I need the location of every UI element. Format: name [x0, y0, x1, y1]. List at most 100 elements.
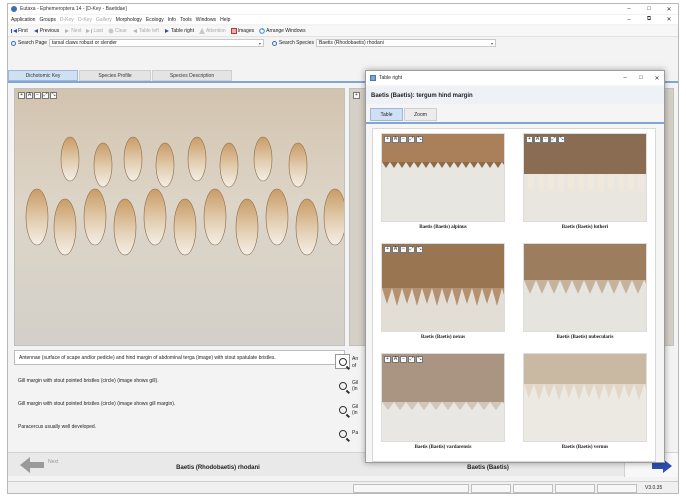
thumbnail-image: + A − ⤢ ⤡ — [523, 133, 647, 222]
key-couplet-4[interactable]: Paracercus usually well developed. — [14, 419, 345, 434]
arrange-windows-label: Arrange Windows — [266, 28, 306, 34]
next-button[interactable]: Next — [64, 28, 81, 34]
zoom-in-button[interactable]: + — [384, 356, 391, 363]
zoom-in-button[interactable]: + — [384, 246, 391, 253]
table-right-button[interactable]: Table right — [164, 28, 194, 34]
images-button[interactable]: Images — [230, 28, 254, 34]
zoom-reset-button[interactable]: ⤡ — [416, 136, 423, 143]
menu-tools[interactable]: Tools — [180, 17, 192, 23]
image-cell-vernus[interactable]: Baetis (Baetis) vernus — [519, 351, 651, 454]
status-bar: V3.0.35 — [8, 481, 678, 493]
zoom-auto-button[interactable]: A — [392, 356, 399, 363]
zoom-fit-button[interactable]: ⤢ — [550, 136, 557, 143]
close-button[interactable]: ✕ — [662, 4, 676, 14]
first-button[interactable]: First — [11, 28, 28, 34]
zoom-reset-button[interactable]: ⤡ — [558, 136, 565, 143]
zoom-fit-button[interactable]: ⤢ — [408, 136, 415, 143]
search-page-combo[interactable]: tarsal claws robust or slender ▾ — [48, 39, 264, 47]
search-species-combo[interactable]: Baetis (Rhodobaetis) rhodani ▾ — [315, 39, 496, 47]
tab-species-profile[interactable]: Species Profile — [79, 70, 151, 81]
search-icon[interactable] — [335, 402, 350, 417]
zoom-auto-button[interactable]: A — [534, 136, 541, 143]
table-left-button[interactable]: Table left — [132, 28, 159, 34]
key-couplet-2[interactable]: Gill margin with stout pointed bristles … — [14, 373, 345, 388]
zoom-auto-button[interactable]: A — [392, 136, 399, 143]
float-title-bar[interactable]: Table right – □ ✕ — [366, 71, 664, 85]
inner-minimize-button[interactable]: – — [622, 15, 636, 24]
float-maximize-button[interactable]: □ — [634, 71, 648, 85]
image-grid: + A − ⤢ ⤡ Baetis (Baetis) alpinus + A − … — [372, 128, 656, 462]
menu-groups[interactable]: Groups — [39, 17, 55, 23]
zoom-reset-button[interactable]: ⤡ — [50, 92, 57, 99]
maximize-button[interactable]: □ — [642, 4, 656, 14]
zoom-out-button[interactable]: − — [34, 92, 41, 99]
menu-ecology[interactable]: Ecology — [146, 17, 164, 23]
previous-button[interactable]: Previous — [33, 28, 59, 34]
key-text: Gill margin with stout pointed bristles … — [18, 377, 159, 384]
bristle-shape — [173, 198, 197, 256]
zoom-out-button[interactable]: − — [400, 136, 407, 143]
zoom-in-button[interactable]: + — [384, 136, 391, 143]
tab-species-description[interactable]: Species Description — [152, 70, 232, 81]
zoom-in-button[interactable]: + — [353, 92, 360, 99]
search-page-icon — [11, 40, 16, 46]
image-cell-nexus[interactable]: + A − ⤢ ⤡ Baetis (Baetis) nexus — [377, 241, 509, 344]
tab-table[interactable]: Table — [370, 108, 403, 121]
float-tabs: Table Zoom — [366, 108, 664, 122]
search-icon[interactable] — [335, 426, 350, 441]
attention-label: Attention — [205, 28, 226, 34]
zoom-in-button[interactable]: + — [18, 92, 25, 99]
inner-close-button[interactable]: ✕ — [662, 15, 676, 24]
zoom-out-button[interactable]: − — [542, 136, 549, 143]
image-cell-vardarensis[interactable]: + A − ⤢ ⤡ Baetis (Baetis) vardarensis — [377, 351, 509, 454]
menu-morphology[interactable]: Morphology — [116, 17, 142, 23]
zoom-fit-button[interactable]: ⤢ — [42, 92, 49, 99]
image-cell-nubecularis[interactable]: Baetis (Baetis) nubecularis — [519, 241, 651, 344]
menu-info[interactable]: Info — [168, 17, 176, 23]
tab-zoom[interactable]: Zoom — [404, 108, 437, 121]
menu-gallery[interactable]: Gallery — [96, 17, 112, 23]
last-label: Last — [93, 28, 103, 34]
key-couplet-3[interactable]: Gill margin with stout pointed bristles … — [14, 396, 345, 411]
left-result-label[interactable]: Baetis (Rhodobaetis) rhodani — [148, 465, 288, 471]
right-result-label[interactable]: Baetis (Baetis) — [438, 465, 538, 471]
tab-dichotomic-key[interactable]: Dichotomic Key — [8, 70, 78, 81]
inner-restore-button[interactable]: ⧉ — [642, 15, 656, 24]
chevron-down-icon: ▾ — [490, 41, 493, 46]
menu-windows[interactable]: Windows — [196, 17, 216, 23]
arrange-icon — [259, 28, 265, 34]
clear-button[interactable]: Clear — [108, 28, 127, 34]
zoom-reset-button[interactable]: ⤡ — [416, 246, 423, 253]
menu-o-key[interactable]: O-Key — [78, 17, 92, 23]
float-close-button[interactable]: ✕ — [650, 71, 664, 85]
zoom-fit-button[interactable]: ⤢ — [408, 246, 415, 253]
back-arrow-icon[interactable] — [20, 457, 44, 473]
menu-application[interactable]: Application — [11, 17, 35, 23]
bristle-shape — [123, 136, 143, 182]
menu-bar: Application Groups D-Key O-Key Gallery M… — [8, 15, 678, 24]
zoom-auto-button[interactable]: A — [26, 92, 33, 99]
menu-d-key[interactable]: D-Key — [60, 17, 74, 23]
next-nav-label[interactable]: Next — [48, 459, 58, 465]
left-image-panel[interactable]: + A − ⤢ ⤡ — [14, 88, 345, 346]
attention-button[interactable]: Attention — [198, 28, 226, 34]
arrange-windows-button[interactable]: Arrange Windows — [259, 28, 306, 34]
bristle-shape — [93, 142, 113, 188]
minimize-button[interactable]: – — [622, 4, 636, 14]
float-minimize-button[interactable]: – — [618, 71, 632, 85]
zoom-in-button[interactable]: + — [526, 136, 533, 143]
image-cell-lutheri[interactable]: + A − ⤢ ⤡ Baetis (Baetis) lutheri — [519, 131, 651, 234]
search-icon[interactable] — [335, 378, 350, 393]
zoom-out-button[interactable]: − — [400, 246, 407, 253]
key-couplet-1[interactable]: Antennae (surface of scape and/or pedicl… — [14, 350, 345, 365]
thumbnail-image: + A − ⤢ ⤡ — [381, 353, 505, 442]
zoom-reset-button[interactable]: ⤡ — [416, 356, 423, 363]
zoom-fit-button[interactable]: ⤢ — [408, 356, 415, 363]
zoom-auto-button[interactable]: A — [392, 246, 399, 253]
image-cell-alpinus[interactable]: + A − ⤢ ⤡ Baetis (Baetis) alpinus — [377, 131, 509, 234]
menu-help[interactable]: Help — [220, 17, 230, 23]
zoom-out-button[interactable]: − — [400, 356, 407, 363]
bristle-shape — [155, 142, 175, 188]
last-button[interactable]: Last — [86, 28, 103, 34]
search-icon[interactable] — [335, 354, 350, 369]
